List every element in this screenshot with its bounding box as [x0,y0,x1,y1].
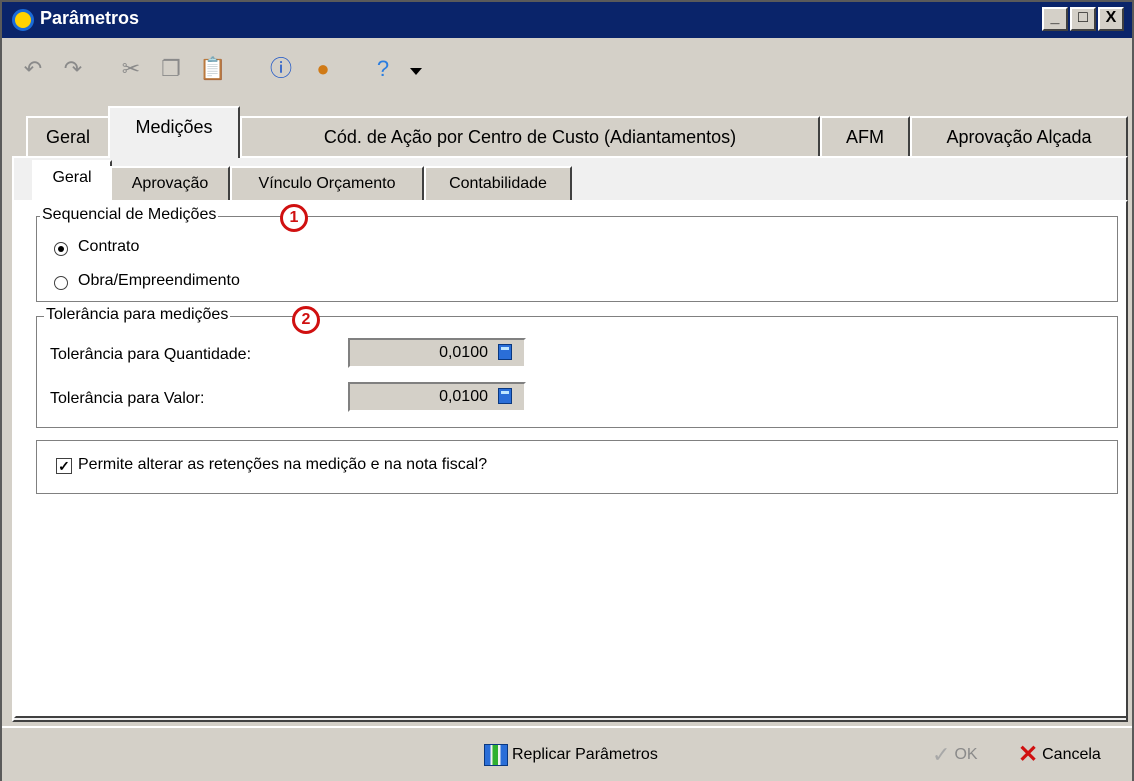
chart-icon [484,743,508,766]
user-icon[interactable]: ● [308,54,338,84]
subtab-contabilidade[interactable]: Contabilidade [424,166,572,202]
retencoes-label[interactable]: Permite alterar as retenções na medição … [78,456,487,474]
tolerancia-group [36,316,1118,428]
copy-icon[interactable]: ❐ [156,54,186,84]
radio-obra-label[interactable]: Obra/Empreendimento [78,272,240,290]
app-icon [12,9,34,31]
toolbar: ↶ ↷ ✂ ❐ 📋 ⓘ ● ? [2,38,1132,102]
sequencial-legend: Sequencial de Medições [40,206,219,224]
tolerancia-quantidade-label: Tolerância para Quantidade: [50,346,252,363]
window-title: Parâmetros [40,8,140,28]
cancel-label: Cancela [1042,746,1101,764]
ok-button[interactable]: ✓ OK [932,742,978,768]
subtab-aprovacao[interactable]: Aprovação [110,166,230,202]
calculator-icon[interactable] [498,388,512,404]
dropdown-arrow-icon[interactable] [410,68,422,75]
ok-label: OK [954,746,978,764]
paste-icon[interactable]: 📋 [198,54,228,84]
bottom-bar: Replicar Parâmetros ✓ OK ✕ Cancela [2,726,1132,781]
tab-cod-acao[interactable]: Cód. de Ação por Centro de Custo (Adiant… [240,116,820,158]
tab-aprovacao-alcada[interactable]: Aprovação Alçada [910,116,1128,158]
badge-1: 1 [280,204,308,232]
close-button[interactable]: X [1098,7,1124,31]
tab-geral[interactable]: Geral [26,116,110,158]
radio-contrato-label[interactable]: Contrato [78,238,139,256]
check-icon: ✓ [932,742,951,767]
info-icon[interactable]: ⓘ [266,54,296,84]
replicar-button[interactable]: Replicar Parâmetros [484,742,658,768]
cancel-icon: ✕ [1018,741,1039,768]
radio-obra[interactable] [54,276,68,290]
help-icon[interactable]: ? [368,54,398,84]
tolerancia-legend: Tolerância para medições [44,306,231,324]
minimize-button[interactable]: _ [1042,7,1068,31]
radio-contrato[interactable] [54,242,68,256]
cancel-button[interactable]: ✕ Cancela [1018,742,1101,768]
redo-icon[interactable]: ↷ [58,54,88,84]
calculator-icon[interactable] [498,344,512,360]
geral-subpanel: Sequencial de Medições 1 Contrato Obra/E… [14,200,1128,718]
subtab-geral[interactable]: Geral [32,160,112,204]
parametros-window: Parâmetros _ □ X ↶ ↷ ✂ ❐ 📋 ⓘ ● ? Geral M… [0,0,1134,781]
cut-icon[interactable]: ✂ [116,54,146,84]
replicar-label: Replicar Parâmetros [512,746,658,763]
maximize-button[interactable]: □ [1070,7,1096,31]
undo-icon[interactable]: ↶ [18,54,48,84]
subtab-vinculo-orcamento[interactable]: Vínculo Orçamento [230,166,424,202]
title-bar[interactable]: Parâmetros _ □ X [2,2,1132,38]
retencoes-checkbox[interactable]: ✓ [56,458,72,474]
tolerancia-valor-label: Tolerância para Valor: [50,390,205,407]
tab-medicoes[interactable]: Medições [108,106,240,158]
tab-afm[interactable]: AFM [820,116,910,158]
badge-2: 2 [292,306,320,334]
